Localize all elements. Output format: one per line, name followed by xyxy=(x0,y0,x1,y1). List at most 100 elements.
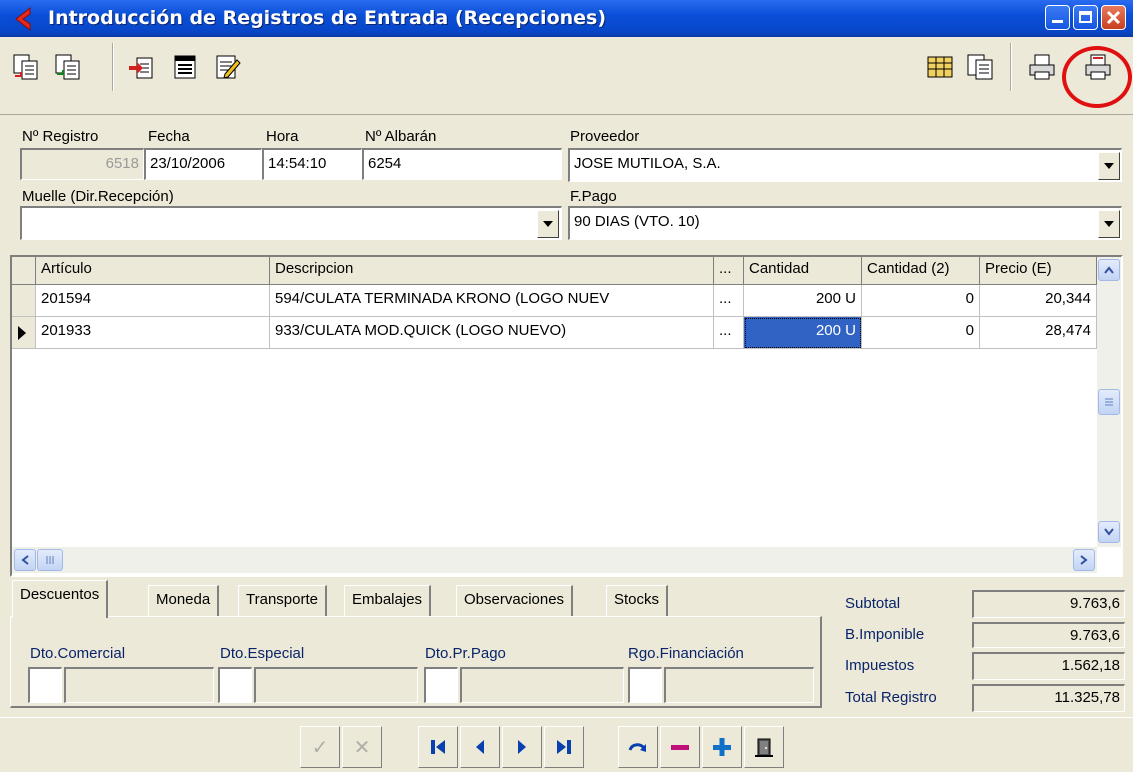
proveedor-select[interactable]: JOSE MUTILOA, S.A. xyxy=(568,148,1122,182)
last-icon xyxy=(557,740,571,754)
cell-descripcion[interactable]: 933/CULATA MOD.QUICK (LOGO NUEVO) xyxy=(270,317,714,349)
tab-stocks[interactable]: Stocks xyxy=(606,585,669,617)
scroll-thumb[interactable] xyxy=(1098,389,1120,415)
grip-icon xyxy=(46,556,54,564)
header-articulo[interactable]: Artículo xyxy=(36,257,270,285)
copy-document-icon xyxy=(13,54,38,80)
exit-button[interactable] xyxy=(744,726,784,768)
rgo-financiacion-label: Rgo.Financiación xyxy=(628,645,744,662)
copy-document-green-icon xyxy=(55,54,80,80)
dto-especial-checkbox[interactable] xyxy=(218,667,252,703)
row-indicator-current[interactable] xyxy=(12,317,36,349)
delete-record-button[interactable] xyxy=(660,726,700,768)
copy-document-button[interactable] xyxy=(6,47,46,87)
fecha-field[interactable]: 23/10/2006 xyxy=(144,148,262,180)
fpago-label: F.Pago xyxy=(570,188,617,205)
header-dots[interactable]: ... xyxy=(714,257,744,285)
dto-especial-field[interactable] xyxy=(254,667,418,703)
muelle-label: Muelle (Dir.Recepción) xyxy=(22,188,174,205)
cell-precio[interactable]: 20,344 xyxy=(980,285,1097,317)
copy-report-icon xyxy=(967,54,993,80)
new-document-icon xyxy=(129,57,153,79)
cell-cantidad2[interactable]: 0 xyxy=(862,285,980,317)
scroll-right-button[interactable] xyxy=(1073,549,1095,571)
cell-articulo[interactable]: 201933 xyxy=(36,317,270,349)
vertical-scrollbar[interactable] xyxy=(1097,257,1121,547)
proveedor-dropdown-button[interactable] xyxy=(1098,152,1120,180)
items-grid[interactable]: Artículo Descripcion ... Cantidad Cantid… xyxy=(10,255,1123,577)
cell-cantidad2[interactable]: 0 xyxy=(862,317,980,349)
registro-label: Nº Registro xyxy=(22,128,99,145)
title-bar[interactable]: Introducción de Registros de Entrada (Re… xyxy=(0,0,1133,37)
scroll-down-button[interactable] xyxy=(1098,521,1120,543)
hscroll-thumb[interactable] xyxy=(37,549,63,571)
minimize-button[interactable] xyxy=(1045,5,1070,30)
cell-cantidad-selected[interactable]: 200 U xyxy=(744,317,862,349)
muelle-dropdown-button[interactable] xyxy=(537,210,559,238)
chevron-up-icon xyxy=(1104,266,1114,274)
current-row-arrow-icon xyxy=(18,326,26,340)
tab-descuentos[interactable]: Descuentos xyxy=(12,580,109,618)
print-button[interactable] xyxy=(1022,47,1062,87)
tab-observaciones[interactable]: Observaciones xyxy=(456,585,574,617)
cell-descripcion[interactable]: 594/CULATA TERMINADA KRONO (LOGO NUEV xyxy=(270,285,714,317)
chevron-left-icon xyxy=(21,555,29,565)
cell-precio[interactable]: 28,474 xyxy=(980,317,1097,349)
print-icon xyxy=(1029,54,1055,80)
albaran-field[interactable]: 6254 xyxy=(362,148,562,180)
muelle-select[interactable] xyxy=(20,206,562,240)
door-exit-icon xyxy=(755,738,773,757)
dto-prpago-field[interactable] xyxy=(460,667,624,703)
fpago-select[interactable]: 90 DIAS (VTO. 10) xyxy=(568,206,1122,240)
list-document-button[interactable] xyxy=(166,47,206,87)
horizontal-scrollbar[interactable] xyxy=(12,547,1097,573)
report-button[interactable] xyxy=(920,47,960,87)
row-indicator[interactable] xyxy=(12,285,36,317)
dto-prpago-label: Dto.Pr.Pago xyxy=(425,645,506,662)
first-record-button[interactable] xyxy=(418,726,458,768)
last-record-button[interactable] xyxy=(544,726,584,768)
refresh-button[interactable] xyxy=(618,726,658,768)
plus-icon xyxy=(713,738,731,756)
next-record-button[interactable] xyxy=(502,726,542,768)
copy-document-green-button[interactable] xyxy=(48,47,88,87)
check-icon: ✓ xyxy=(311,736,329,759)
window-title: Introducción de Registros de Entrada (Re… xyxy=(48,7,607,29)
tab-transporte[interactable]: Transporte xyxy=(238,585,327,617)
scroll-left-button[interactable] xyxy=(14,549,36,571)
fpago-dropdown-button[interactable] xyxy=(1098,210,1120,238)
cell-cantidad[interactable]: 200 U xyxy=(744,285,862,317)
dto-prpago-checkbox[interactable] xyxy=(424,667,458,703)
rgo-financiacion-checkbox[interactable] xyxy=(628,667,662,703)
tab-moneda[interactable]: Moneda xyxy=(148,585,220,617)
close-button[interactable] xyxy=(1101,5,1126,30)
cell-dots-button[interactable]: ... xyxy=(714,317,744,349)
hora-label: Hora xyxy=(266,128,299,145)
header-cantidad[interactable]: Cantidad xyxy=(744,257,862,285)
header-descripcion[interactable]: Descripcion xyxy=(270,257,714,285)
hora-field[interactable]: 14:54:10 xyxy=(262,148,362,180)
edit-document-button[interactable] xyxy=(208,47,248,87)
prior-record-button[interactable] xyxy=(460,726,500,768)
dto-comercial-field[interactable] xyxy=(64,667,214,703)
navigator-bar: ✓ ✕ xyxy=(0,717,1133,772)
cell-articulo[interactable]: 201594 xyxy=(36,285,270,317)
cancel-edit-button[interactable]: ✕ xyxy=(342,726,382,768)
scroll-up-button[interactable] xyxy=(1098,259,1120,281)
dto-comercial-checkbox[interactable] xyxy=(28,667,62,703)
header-precio[interactable]: Precio (E) xyxy=(980,257,1097,285)
impuestos-value: 1.562,18 xyxy=(972,652,1125,680)
new-document-button[interactable] xyxy=(122,47,162,87)
rgo-financiacion-field[interactable] xyxy=(664,667,814,703)
list-document-icon xyxy=(174,55,196,79)
cell-dots-button[interactable]: ... xyxy=(714,285,744,317)
tab-embalajes[interactable]: Embalajes xyxy=(344,585,432,617)
header-cantidad2[interactable]: Cantidad (2) xyxy=(862,257,980,285)
cantidad-value: 200 xyxy=(815,322,841,339)
maximize-button[interactable] xyxy=(1073,5,1098,30)
toolbar xyxy=(0,37,1133,115)
post-button[interactable]: ✓ xyxy=(300,726,340,768)
minus-icon xyxy=(671,745,689,750)
insert-record-button[interactable] xyxy=(702,726,742,768)
copy-report-button[interactable] xyxy=(960,47,1000,87)
